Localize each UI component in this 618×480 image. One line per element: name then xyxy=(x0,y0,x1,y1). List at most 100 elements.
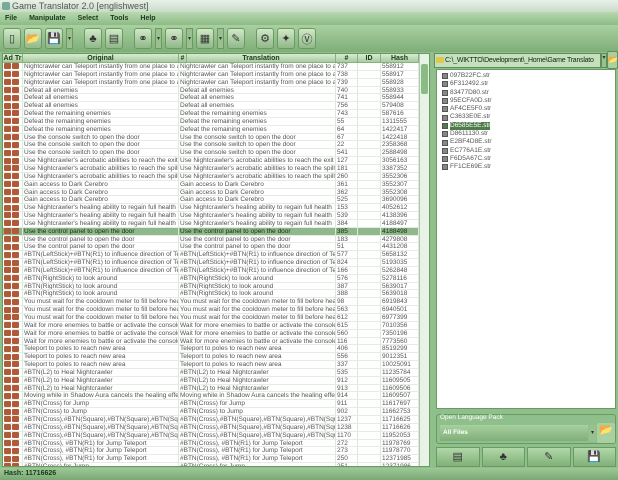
col-adtr[interactable]: Ad Tr xyxy=(3,54,23,62)
toolbar-dropdown[interactable]: ▾ xyxy=(186,28,193,49)
table-row[interactable]: #BTN(Cross) for Jump #BTN(Cross) for Jump… xyxy=(3,463,429,466)
cell-translation[interactable]: #BTN(L2) to Heal Nightcrawler xyxy=(179,376,336,384)
table-row[interactable]: #BTN(LeftStick)+#BTN(R1) to influence di… xyxy=(3,259,429,267)
cell-translation[interactable]: Use the control panel to open the door xyxy=(179,243,336,251)
tool3-button[interactable]: ✦ xyxy=(277,28,295,49)
table-row[interactable]: Defeat the remaining enemies Defeat the r… xyxy=(3,117,429,126)
table-row[interactable]: Teleport to poles to reach new area Telep… xyxy=(3,353,429,362)
table-row[interactable]: Use Nightcrawler's healing ability to re… xyxy=(3,219,429,228)
cell-translation[interactable]: Use the control panel to open the door xyxy=(179,227,336,235)
cell-translation[interactable]: You must wait for the cooldown meter to … xyxy=(179,314,336,321)
table-row[interactable]: Nightcrawler can Teleport instantly from… xyxy=(3,78,429,87)
cell-translation[interactable]: #BTN(Cross), #BTN(R1) for Jump Teleport xyxy=(179,455,336,463)
cell-translation[interactable]: #BTN(RightStick) to look around xyxy=(179,274,336,282)
table-row[interactable]: Wait for more enemies to battle or activ… xyxy=(3,321,429,330)
link-button[interactable]: ⚭ xyxy=(134,28,152,49)
file-item[interactable]: AF4CE5F0.str xyxy=(442,105,610,113)
table-row[interactable]: Use Nightcrawler's healing ability to re… xyxy=(3,204,429,213)
filter-dropdown-button[interactable]: ▾ xyxy=(589,425,596,441)
table-row[interactable]: Defeat the remaining enemies Defeat the r… xyxy=(3,125,429,134)
cell-translation[interactable]: Use Nightcrawler's acrobatic abilities t… xyxy=(179,157,336,164)
browse-folder-button[interactable]: 📂 xyxy=(607,51,618,69)
table-row[interactable]: #BTN(Cross),#BTN(Square),#BTN(Square),#B… xyxy=(3,423,429,432)
open-button[interactable]: 📂 xyxy=(24,28,42,49)
cell-translation[interactable]: Use the control panel to open the door xyxy=(179,235,336,243)
table-row[interactable]: Use the console switch to open the door U… xyxy=(3,141,429,150)
file-item[interactable]: D6585E5E.str xyxy=(442,121,610,131)
col-num[interactable]: # xyxy=(336,54,358,62)
col-original[interactable]: Original xyxy=(23,54,179,62)
cell-translation[interactable]: Use Nightcrawler's healing ability to re… xyxy=(179,219,336,227)
action-button-1[interactable]: ▤ xyxy=(436,447,480,467)
export-button[interactable]: ▤ xyxy=(105,28,123,49)
table-row[interactable]: #BTN(LeftStick)+#BTN(R1) to influence di… xyxy=(3,251,429,260)
file-item[interactable]: 6F312492.str xyxy=(442,80,610,88)
menu-select[interactable]: Select xyxy=(78,12,99,25)
col-translation[interactable]: Translation xyxy=(187,54,336,62)
tool1-button[interactable]: ✎ xyxy=(227,28,245,49)
cell-translation[interactable]: Defeat the remaining enemies xyxy=(179,117,336,125)
table-row[interactable]: Moving while in Shadow Aura cancels the … xyxy=(3,392,429,401)
cell-translation[interactable]: Gain access to Dark Cerebro xyxy=(179,180,336,188)
about-button[interactable]: Ⓥ xyxy=(298,28,316,49)
file-item[interactable]: F6D5A67C.str xyxy=(442,155,610,163)
cell-translation[interactable]: Use the console switch to open the door xyxy=(179,149,336,157)
cell-translation[interactable]: Gain access to Dark Cerebro xyxy=(179,196,336,204)
cell-translation[interactable]: Defeat all enemies xyxy=(179,86,336,94)
path-combo[interactable]: C:\_WIKTTO\Development\_Home\Game Transl… xyxy=(434,53,601,68)
table-row[interactable]: Defeat the remaining enemies Defeat the r… xyxy=(3,110,429,118)
menu-tools[interactable]: Tools xyxy=(110,12,128,25)
file-item[interactable]: 097B22FC.str xyxy=(442,72,610,80)
table-row[interactable]: #BTN(Cross) to Jump #BTN(Cross) to Jump 90… xyxy=(3,408,429,416)
table-row[interactable]: Wait for more enemies to battle or activ… xyxy=(3,337,429,346)
cell-translation[interactable]: #BTN(LeftStick)+#BTN(R1) to influence di… xyxy=(179,251,336,259)
table-row[interactable]: You must wait for the cooldown meter to … xyxy=(3,306,429,314)
table-row[interactable]: #BTN(Cross), #BTN(R1) for Jump Teleport #… xyxy=(3,455,429,464)
cell-translation[interactable]: Teleport to poles to reach new area xyxy=(179,353,336,361)
cell-translation[interactable]: Use Nightcrawler's acrobatic abilities t… xyxy=(179,172,336,180)
table-row[interactable]: #BTN(RightStick) to look around #BTN(Righ… xyxy=(3,274,429,283)
cell-translation[interactable]: Use Nightcrawler's acrobatic abilities t… xyxy=(179,164,336,172)
table-row[interactable]: #BTN(LeftStick)+#BTN(R1) to influence di… xyxy=(3,266,429,275)
toolbar-dropdown[interactable]: ▾ xyxy=(217,28,224,49)
table-row[interactable]: #BTN(L2) to Heal Nightcrawler #BTN(L2) to… xyxy=(3,376,429,385)
file-item[interactable]: D8611130.str xyxy=(442,130,610,138)
cell-translation[interactable]: Use Nightcrawler's healing ability to re… xyxy=(179,204,336,212)
table-row[interactable]: #BTN(Cross),#BTN(Square),#BTN(Square),#B… xyxy=(3,415,429,424)
toolbar-dropdown[interactable]: ▾ xyxy=(155,28,162,49)
table-row[interactable]: #BTN(RightStick) to look around #BTN(Righ… xyxy=(3,290,429,299)
cell-translation[interactable]: #BTN(Cross),#BTN(Square),#BTN(Square),#B… xyxy=(179,431,336,439)
file-item[interactable]: C3633E0E.str xyxy=(442,113,610,121)
table-row[interactable]: Defeat all enemies Defeat all enemies 741 5… xyxy=(3,94,429,103)
table-row[interactable]: Use Nightcrawler's acrobatic abilities t… xyxy=(3,164,429,173)
cell-translation[interactable]: #BTN(RightStick) to look around xyxy=(179,282,336,290)
file-item[interactable]: EC776A1E.str xyxy=(442,147,610,155)
table-row[interactable]: Defeat all enemies Defeat all enemies 740 5… xyxy=(3,86,429,95)
table-row[interactable]: #BTN(L2) to Heal Nightcrawler #BTN(L2) to… xyxy=(3,384,429,393)
table-row[interactable]: Gain access to Dark Cerebro Gain access t… xyxy=(3,196,429,205)
table-row[interactable]: Teleport to poles to reach new area Telep… xyxy=(3,361,429,369)
table-row[interactable]: #BTN(Cross),#BTN(Square),#BTN(Square),#B… xyxy=(3,431,429,440)
menu-manipulate[interactable]: Manipulate xyxy=(29,12,66,25)
action-button-2[interactable]: ♣ xyxy=(481,447,525,467)
cell-translation[interactable]: Wait for more enemies to battle or activ… xyxy=(179,337,336,345)
table-row[interactable]: Use the control panel to open the door Us… xyxy=(3,227,429,236)
cell-translation[interactable]: Use the console switch to open the door xyxy=(179,141,336,149)
col-flag[interactable]: # xyxy=(179,54,187,62)
cell-translation[interactable]: Moving while in Shadow Aura cancels the … xyxy=(179,392,336,400)
scrollbar-thumb[interactable] xyxy=(421,64,428,94)
cell-translation[interactable]: #BTN(Cross) to Jump xyxy=(179,408,336,415)
cell-translation[interactable]: #BTN(Cross) for Jump xyxy=(179,463,336,466)
table-row[interactable]: You must wait for the cooldown meter to … xyxy=(3,314,429,322)
table-button[interactable]: ▦ xyxy=(196,28,214,49)
cell-translation[interactable]: #BTN(L2) to Heal Nightcrawler xyxy=(179,384,336,392)
table-row[interactable]: Use Nightcrawler's acrobatic abilities t… xyxy=(3,172,429,181)
cell-translation[interactable]: Teleport to poles to reach new area xyxy=(179,361,336,368)
menu-file[interactable]: File xyxy=(5,12,17,25)
cell-translation[interactable]: You must wait for the cooldown meter to … xyxy=(179,298,336,306)
file-item[interactable]: FF1CE69E.str xyxy=(442,163,610,171)
cell-translation[interactable]: #BTN(Cross), #BTN(R1) for Jump Teleport xyxy=(179,439,336,447)
file-item[interactable]: 95ECFA0D.str xyxy=(442,97,610,105)
table-row[interactable]: Use the control panel to open the door Us… xyxy=(3,243,429,252)
action-button-3[interactable]: ✎ xyxy=(527,447,571,467)
